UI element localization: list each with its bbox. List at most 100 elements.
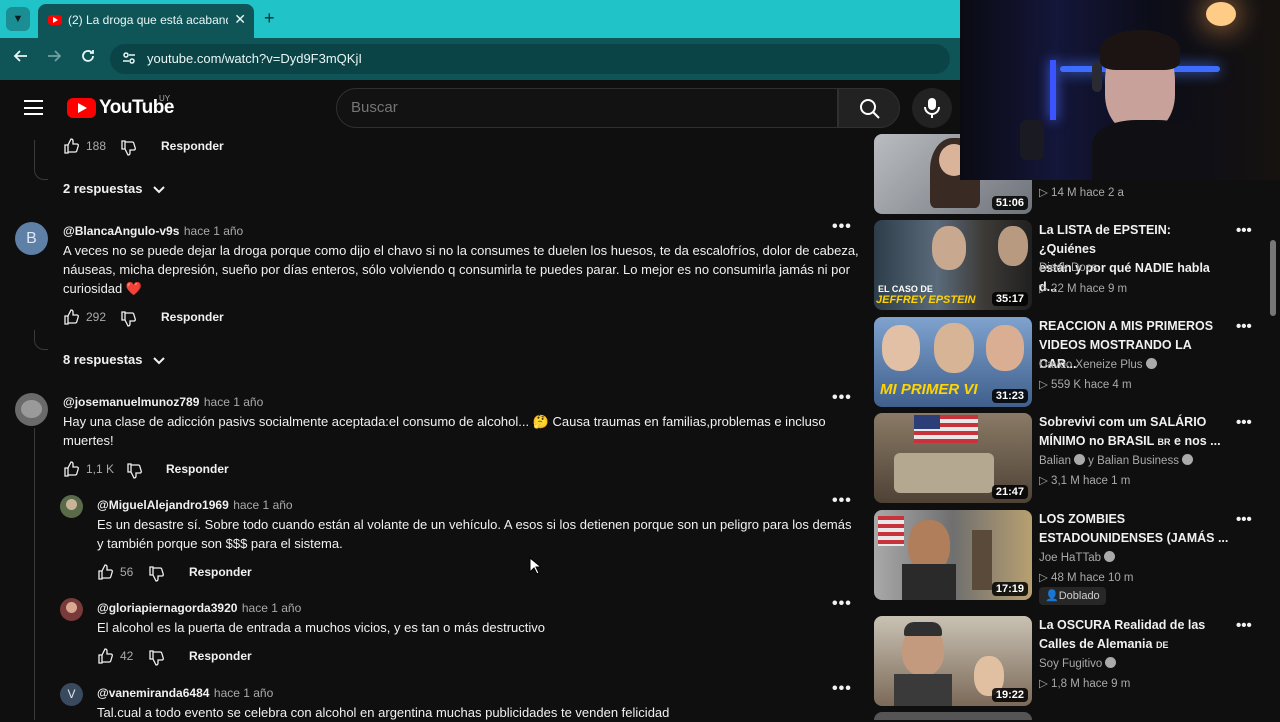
video-options-icon[interactable]: •••: [1236, 414, 1252, 431]
new-tab-button[interactable]: +: [264, 8, 275, 29]
voice-search-button[interactable]: [912, 88, 952, 128]
video-meta: ▷ 1,8 M hace 9 m: [1039, 676, 1130, 690]
thread-line: [34, 428, 36, 720]
show-replies-button[interactable]: 2 respuestas: [63, 181, 166, 196]
video-thumbnail[interactable]: EL CASO DE JEFFREY EPSTEIN 35:17: [874, 220, 1032, 310]
video-options-icon[interactable]: •••: [1236, 511, 1252, 528]
back-arrow-icon[interactable]: [13, 48, 29, 69]
verified-icon: [1181, 454, 1193, 465]
reply-time[interactable]: hace 1 año: [233, 498, 292, 512]
like-icon[interactable]: [63, 138, 79, 154]
reply-options-icon[interactable]: •••: [832, 595, 852, 613]
video-title-line: La OSCURA Realidad de las: [1039, 618, 1206, 632]
url-text: youtube.com/watch?v=Dyd9F3mQKjI: [147, 51, 362, 66]
reply-options-icon[interactable]: •••: [832, 492, 852, 510]
tab-close-icon[interactable]: ✕: [234, 11, 246, 28]
video-meta: ▷ 3,1 M hace 1 m: [1039, 473, 1130, 487]
reply-button[interactable]: Responder: [189, 565, 252, 579]
dislike-icon[interactable]: [120, 311, 136, 327]
avatar[interactable]: V: [60, 683, 83, 706]
thread-line: [34, 140, 48, 180]
comment-options-icon[interactable]: •••: [832, 389, 852, 407]
reply-button[interactable]: Responder: [161, 139, 224, 153]
flag-text: BR: [1157, 437, 1171, 447]
reply-button[interactable]: Responder: [161, 310, 224, 324]
search-button[interactable]: [838, 88, 900, 128]
like-icon[interactable]: [97, 564, 113, 580]
channel-name[interactable]: Joe HaTTab: [1039, 551, 1116, 564]
avatar[interactable]: [60, 598, 83, 621]
reply-author[interactable]: @gloriapiernagorda3920: [97, 601, 237, 615]
thumbnail-text: EL CASO DE: [878, 284, 933, 294]
comment-options-icon[interactable]: •••: [832, 218, 852, 236]
dislike-icon[interactable]: [126, 463, 142, 479]
site-settings-icon[interactable]: [122, 51, 136, 68]
comment-time[interactable]: hace 1 año: [204, 395, 263, 409]
video-stats: 14 M hace 2 a: [1051, 187, 1124, 199]
like-icon[interactable]: [97, 648, 113, 664]
channel-name[interactable]: Davoo Xeneize Plus: [1039, 358, 1157, 371]
menu-icon[interactable]: [24, 100, 43, 115]
reply-options-icon[interactable]: •••: [832, 680, 852, 698]
video-duration: 35:17: [991, 292, 1028, 306]
chevron-down-icon: [153, 357, 165, 365]
comment-author[interactable]: @josemanuelmunoz789: [63, 395, 199, 409]
dislike-icon[interactable]: [120, 140, 136, 156]
youtube-logo-icon[interactable]: [67, 98, 96, 118]
views-icon: ▷: [1039, 379, 1052, 391]
dislike-icon[interactable]: [148, 566, 164, 582]
video-title[interactable]: La OSCURA Realidad de las Calles de Alem…: [1039, 616, 1231, 655]
reply-button[interactable]: Responder: [166, 462, 229, 476]
video-thumbnail[interactable]: 21:47: [874, 413, 1032, 503]
channel-name-text: Soy Fugitivo: [1039, 658, 1103, 670]
reply-author[interactable]: @MiguelAlejandro1969: [97, 498, 229, 512]
mouse-cursor-icon: [529, 557, 541, 575]
avatar[interactable]: B: [15, 222, 48, 255]
search-input[interactable]: [351, 99, 821, 116]
like-icon[interactable]: [63, 461, 79, 477]
address-bar[interactable]: youtube.com/watch?v=Dyd9F3mQKjI: [110, 44, 950, 74]
video-options-icon[interactable]: •••: [1236, 222, 1252, 239]
scrollbar-thumb[interactable]: [1270, 240, 1276, 316]
forward-arrow-icon[interactable]: [46, 48, 62, 69]
video-thumbnail[interactable]: 17:19: [874, 510, 1032, 600]
comment-text-line: muertes!: [63, 433, 114, 448]
thumbnail-text: JEFFREY EPSTEIN: [876, 294, 976, 306]
avatar[interactable]: [60, 495, 83, 518]
video-title-line: LOS ZOMBIES: [1039, 512, 1126, 526]
channel-name[interactable]: Dieck Docs: [1039, 262, 1097, 274]
reply-header: @gloriapiernagorda3920 hace 1 año: [97, 599, 301, 617]
reply-button[interactable]: Responder: [189, 649, 252, 663]
video-options-icon[interactable]: •••: [1236, 617, 1252, 634]
reply-text-line: Es un desastre sí. Sobre todo cuando est…: [97, 517, 852, 532]
video-stats: 48 M hace 10 m: [1051, 572, 1134, 584]
show-replies-button[interactable]: 8 respuestas: [63, 352, 166, 367]
like-icon[interactable]: [63, 309, 79, 325]
reply-text-line: y también porque son $$$ para el sistema…: [97, 536, 343, 551]
video-thumbnail[interactable]: [874, 712, 1032, 720]
reply-text-line: El alcohol es la puerta de entrada a muc…: [97, 620, 546, 635]
tab-list-chevron-icon[interactable]: ▼: [6, 7, 30, 31]
reply-time[interactable]: hace 1 año: [214, 686, 273, 700]
dislike-icon[interactable]: [148, 650, 164, 666]
search-box[interactable]: [336, 88, 838, 128]
active-tab[interactable]: (2) La droga que está acabando ✕: [38, 4, 254, 38]
comment-time[interactable]: hace 1 año: [184, 224, 243, 238]
video-stats: 559 K hace 4 m: [1051, 379, 1132, 391]
video-thumbnail[interactable]: 19:22: [874, 616, 1032, 706]
channel-name[interactable]: Soy Fugitivo: [1039, 657, 1117, 670]
channel-name[interactable]: Balian y Balian Business: [1039, 454, 1193, 467]
chevron-down-icon: [153, 186, 165, 194]
reply-author[interactable]: @vanemiranda6484: [97, 686, 209, 700]
reload-icon[interactable]: [80, 48, 96, 69]
video-thumbnail[interactable]: MI PRIMER VI 31:23: [874, 317, 1032, 407]
video-stats: 3,1 M hace 1 m: [1051, 475, 1131, 487]
comment-author[interactable]: @BlancaAngulo-v9s: [63, 224, 179, 238]
video-title[interactable]: LOS ZOMBIES ESTADOUNIDENSES (JAMÁS ...: [1039, 510, 1231, 548]
reply-time[interactable]: hace 1 año: [242, 601, 301, 615]
video-duration: 19:22: [991, 688, 1028, 702]
avatar[interactable]: [15, 393, 48, 426]
video-title[interactable]: Sobrevivi com um SALÁRIO MÍNIMO no BRASI…: [1039, 413, 1231, 452]
video-options-icon[interactable]: •••: [1236, 318, 1252, 335]
channel-name-text: Joe HaTTab: [1039, 552, 1102, 564]
